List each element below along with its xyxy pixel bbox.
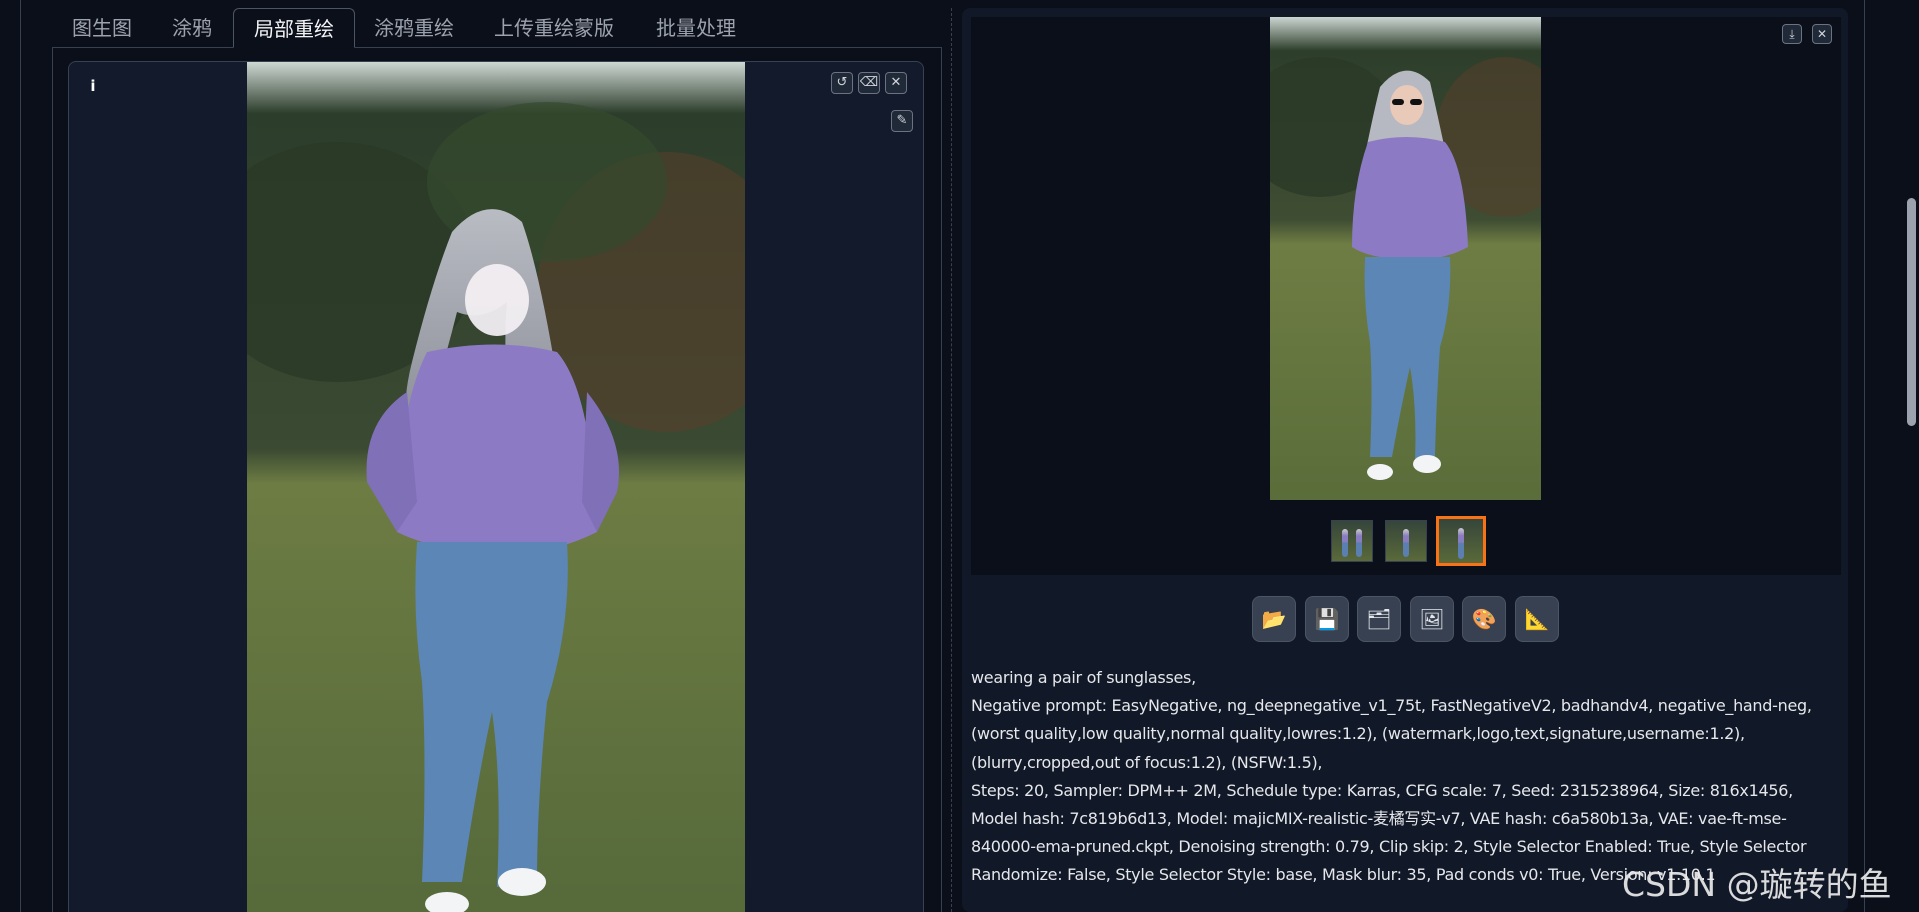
tab-bar: 图生图 涂鸦 局部重绘 涂鸦重绘 上传重绘蒙版 批量处理 <box>52 8 942 48</box>
send-to-extras-button[interactable]: 📐 <box>1515 596 1559 642</box>
send-to-img2img-button[interactable]: 🖼 <box>1410 596 1454 642</box>
thumbnail-3[interactable] <box>1436 516 1486 566</box>
tab-inpaint[interactable]: 局部重绘 <box>233 8 355 48</box>
close-icon: ✕ <box>890 75 902 90</box>
tab-inpaint-sketch[interactable]: 涂鸦重绘 <box>354 8 474 48</box>
generated-photo <box>1270 17 1541 500</box>
folder-icon: 📂 <box>1261 607 1287 631</box>
scrollbar-thumb[interactable] <box>1907 198 1916 426</box>
triangle-ruler-icon: 📐 <box>1524 607 1550 631</box>
prompt-line: wearing a pair of sunglasses, <box>971 668 1196 687</box>
eraser-icon: ⌫ <box>859 75 879 90</box>
floppy-icon: 💾 <box>1314 607 1340 631</box>
close-icon: ✕ <box>1816 27 1828 41</box>
panel-divider <box>951 8 952 912</box>
brush-icon: ✎ <box>896 113 908 128</box>
watermark: CSDN @璇转的鱼 <box>1622 865 1892 904</box>
palette-icon: 🎨 <box>1471 607 1497 631</box>
open-folder-button[interactable]: 📂 <box>1252 596 1296 642</box>
tab-inpaint-upload[interactable]: 上传重绘蒙版 <box>474 8 634 48</box>
left-border-line <box>20 0 21 912</box>
zip-icon: 🗂 <box>1366 607 1392 631</box>
thumbnail-1[interactable] <box>1331 520 1373 562</box>
tab-sketch[interactable]: 涂鸦 <box>152 8 232 48</box>
generation-info: wearing a pair of sunglasses, Negative p… <box>971 664 1831 890</box>
zip-button[interactable]: 🗂 <box>1357 596 1401 642</box>
tab-batch[interactable]: 批量处理 <box>636 8 756 48</box>
right-border-line <box>1864 0 1865 912</box>
info-icon[interactable]: i <box>83 76 103 96</box>
scrollbar-track[interactable] <box>1904 0 1919 912</box>
undo-button[interactable]: ↺ <box>831 72 853 94</box>
undo-icon: ↺ <box>836 75 848 90</box>
download-button[interactable]: ⤓ <box>1782 24 1802 44</box>
save-button[interactable]: 💾 <box>1305 596 1349 642</box>
thumbnail-2[interactable] <box>1385 520 1427 562</box>
send-to-inpaint-button[interactable]: 🎨 <box>1462 596 1506 642</box>
clear-button[interactable]: ⌫ <box>858 72 880 94</box>
inpaint-canvas-image[interactable] <box>247 62 745 912</box>
download-icon: ⤓ <box>1789 27 1795 41</box>
negative-prompt-line: Negative prompt: EasyNegative, ng_deepne… <box>971 696 1817 772</box>
output-main-image[interactable] <box>1270 17 1541 500</box>
close-button[interactable]: ✕ <box>885 72 907 94</box>
close-output-button[interactable]: ✕ <box>1812 24 1832 44</box>
tab-img2img[interactable]: 图生图 <box>52 8 152 48</box>
girl-photo <box>247 62 745 912</box>
brush-button[interactable]: ✎ <box>891 110 913 132</box>
inpaint-editor[interactable]: i ↺ ⌫ ✕ ✎ <box>68 61 924 912</box>
picture-icon: 🖼 <box>1419 607 1445 631</box>
